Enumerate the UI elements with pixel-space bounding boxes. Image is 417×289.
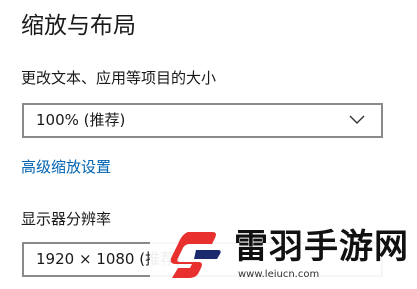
display-settings-page: 缩放与布局 更改文本、应用等项目的大小 100% (推荐) 高级缩放设置 显示器… — [0, 0, 417, 289]
section-title: 缩放与布局 — [21, 13, 136, 39]
chevron-down-icon — [349, 115, 365, 124]
scale-dropdown-value: 100% (推荐) — [36, 111, 126, 129]
watermark-url: www.leiucn.com — [238, 269, 320, 280]
scale-label: 更改文本、应用等项目的大小 — [21, 69, 217, 87]
scale-dropdown[interactable]: 100% (推荐) — [22, 103, 383, 138]
advanced-scaling-link[interactable]: 高级缩放设置 — [21, 157, 111, 177]
resolution-label: 显示器分辨率 — [21, 210, 112, 228]
watermark: 雷羽手游网 www.leiucn.com — [150, 218, 417, 289]
leiyu-logo-icon — [170, 232, 221, 278]
watermark-text: 雷羽手游网 — [234, 227, 409, 267]
